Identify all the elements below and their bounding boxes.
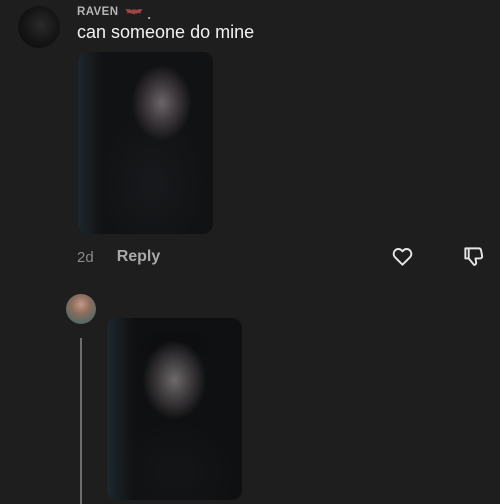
comment-attached-photo[interactable]: [78, 52, 213, 234]
bat-icon: [125, 8, 144, 15]
reply-thread-line: [80, 338, 82, 504]
comment-timestamp: 2d: [77, 248, 94, 266]
reply-attached-photo[interactable]: [107, 318, 242, 500]
reply-button[interactable]: Reply: [117, 248, 161, 266]
comment-header: RAVEN .: [77, 5, 152, 22]
commenter-avatar[interactable]: [18, 6, 60, 48]
heart-icon[interactable]: [391, 245, 414, 268]
username[interactable]: RAVEN: [77, 6, 118, 18]
comment-meta: 2d Reply: [77, 247, 160, 267]
thumbs-down-icon[interactable]: [462, 245, 485, 268]
reply-avatar[interactable]: [66, 294, 96, 324]
username-suffix: .: [147, 6, 152, 22]
comment-text: can someone do mine: [77, 22, 255, 42]
